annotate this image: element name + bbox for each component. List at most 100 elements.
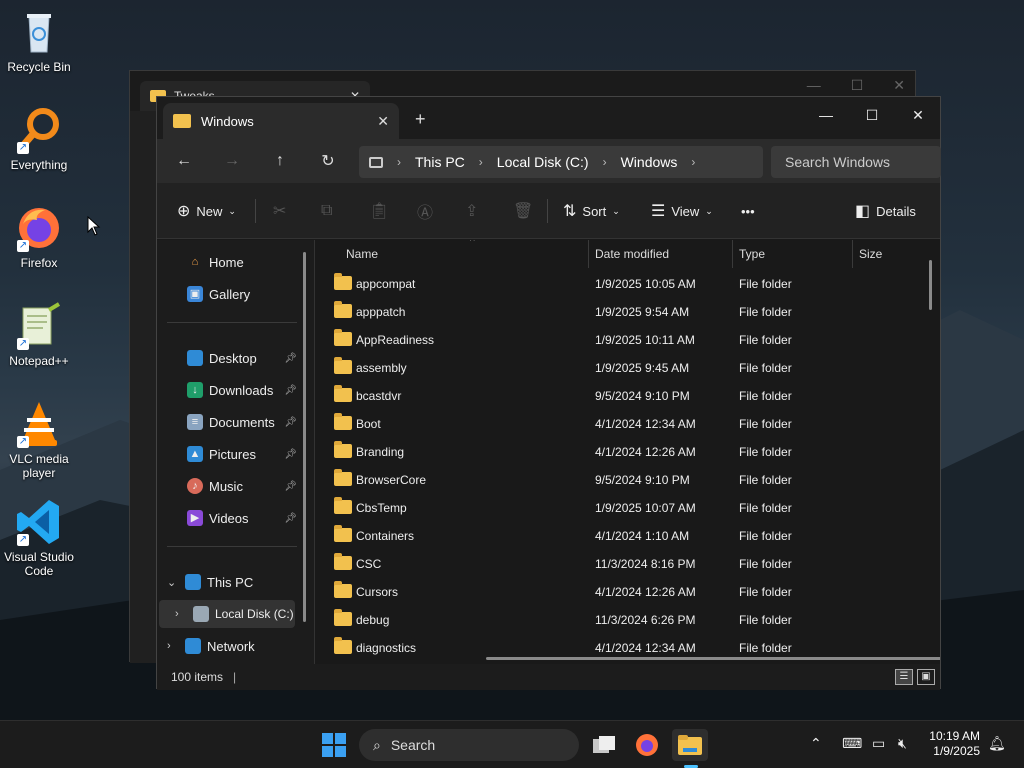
chevron-right-icon[interactable]: › [603,155,607,169]
copy-button[interactable]: ⧉ [321,197,332,225]
close-window-button[interactable]: ✕ [895,101,941,129]
file-date: 1/9/2025 10:11 AM [595,333,695,347]
breadcrumb-this-pc[interactable]: This PC [415,154,465,170]
file-row[interactable]: AppReadiness 1/9/2025 10:11 AM File folder [316,326,916,354]
column-size[interactable]: Size [852,240,932,268]
desktop-icon-firefox[interactable]: ↗ Firefox [0,204,78,270]
nav-item-home[interactable]: ⌂ Home [187,248,327,276]
share-button[interactable]: ⇪ [465,197,478,225]
pin-icon[interactable]: 📌︎ [284,481,297,492]
speaker-muted-icon[interactable]: 🔇︎ [898,735,907,752]
close-tab-icon[interactable]: ✕ [377,113,389,130]
file-row[interactable]: debug 11/3/2024 6:26 PM File folder [316,606,916,634]
nav-item-videos[interactable]: ▶ Videos 📌︎ [187,504,297,532]
minimize-button[interactable]: — [803,101,849,129]
cut-button[interactable]: ✂ [273,197,286,225]
mouse-cursor-icon [87,216,101,236]
clipboard-icon: 📋︎ [369,203,390,220]
chevron-right-icon[interactable]: › [175,608,187,620]
breadcrumb-local-disk[interactable]: Local Disk (C:) [497,154,589,170]
search-input[interactable]: Search Windows [771,146,941,178]
nav-item-pictures[interactable]: ▲ Pictures 📌︎ [187,440,297,468]
nav-item-music[interactable]: ♪ Music 📌︎ [187,472,297,500]
file-row[interactable]: appcompat 1/9/2025 10:05 AM File folder [316,270,916,298]
nav-item-desktop[interactable]: Desktop 📌︎ [187,344,297,372]
close-icon[interactable]: ✕ [893,77,905,94]
display-icon[interactable]: ▭ [872,735,885,752]
nav-item-local-disk[interactable]: › Local Disk (C:) [159,600,295,628]
pin-icon[interactable]: 📌︎ [284,449,297,460]
pin-icon[interactable]: 📌︎ [284,353,297,364]
file-row[interactable]: bcastdvr 9/5/2024 9:10 PM File folder [316,382,916,410]
paste-button[interactable]: 📋︎ [369,197,389,225]
file-row[interactable]: Containers 4/1/2024 1:10 AM File folder [316,522,916,550]
file-date: 4/1/2024 1:10 AM [595,529,690,543]
view-button[interactable]: ☰ View ⌄ [651,197,713,225]
file-explorer-window[interactable]: Windows ✕ + — ☐ ✕ ← → ↑ ↻ › This PC › Lo… [156,96,941,690]
chevron-right-icon[interactable]: › [167,640,179,652]
column-date-modified[interactable]: Date modified [588,240,732,268]
nav-item-network[interactable]: › Network [167,632,307,660]
column-name[interactable]: Name ^ [330,240,588,268]
file-row[interactable]: Boot 4/1/2024 12:34 AM File folder [316,410,916,438]
details-view-button[interactable]: ☰ [895,669,913,685]
horizontal-scrollbar[interactable] [486,657,940,660]
column-type[interactable]: Type [732,240,852,268]
delete-button[interactable]: 🗑︎ [513,197,533,225]
maximize-icon[interactable]: ☐ [851,77,864,94]
maximize-button[interactable]: ☐ [849,101,895,129]
back-arrow-icon[interactable]: ← [169,147,199,175]
start-button[interactable] [316,729,352,761]
desktop-icon-vlc[interactable]: ↗ VLC media player [0,400,78,480]
notification-bell-icon[interactable]: 🔔︎ [988,735,1006,752]
file-row[interactable]: Branding 4/1/2024 12:26 AM File folder [316,438,916,466]
tiles-view-button[interactable]: ▣ [917,669,935,685]
chevron-right-icon[interactable]: › [479,155,483,169]
title-bar: Windows ✕ + — ☐ ✕ [157,97,940,139]
pin-icon[interactable]: 📌︎ [284,385,297,396]
minimize-icon[interactable]: — [807,77,821,94]
desktop-icon-notepad-plus-plus[interactable]: ↗ Notepad++ [0,302,78,368]
details-button[interactable]: ◧ Details [855,197,916,225]
chevron-right-icon[interactable]: › [691,155,695,169]
file-row[interactable]: apppatch 1/9/2025 9:54 AM File folder [316,298,916,326]
chevron-down-icon[interactable]: ⌄ [167,576,179,589]
task-view-button[interactable] [586,729,622,761]
file-row[interactable]: BrowserCore 9/5/2024 9:10 PM File folder [316,466,916,494]
file-name: appcompat [356,277,416,291]
clock[interactable]: 10:19 AM 1/9/2025 [929,729,980,759]
refresh-icon[interactable]: ↻ [313,147,343,175]
nav-item-gallery[interactable]: ▣ Gallery [187,280,327,308]
nav-item-this-pc[interactable]: ⌄ This PC [167,568,307,596]
desktop-icon-everything[interactable]: ↗ Everything [0,106,78,172]
show-hidden-icons-button[interactable]: ⌃ [810,735,822,752]
file-row[interactable]: Cursors 4/1/2024 12:26 AM File folder [316,578,916,606]
sort-button[interactable]: ⇅ Sort ⌄ [563,197,620,225]
file-row[interactable]: assembly 1/9/2025 9:45 AM File folder [316,354,916,382]
new-button[interactable]: ⊕ New ⌄ [177,197,236,225]
taskbar-search[interactable]: ⌕ Search [359,729,579,761]
file-row[interactable]: CSC 11/3/2024 8:16 PM File folder [316,550,916,578]
tab-windows[interactable]: Windows ✕ [163,103,399,139]
pin-icon[interactable]: 📌︎ [284,513,297,524]
more-options-button[interactable]: ••• [741,197,755,225]
nav-scrollbar[interactable] [303,252,306,622]
address-bar[interactable]: › This PC › Local Disk (C:) › Windows › [359,146,763,178]
rename-button[interactable]: Ⓐ [417,197,433,225]
up-arrow-icon[interactable]: ↑ [265,147,295,175]
chevron-down-icon: ⌄ [612,205,620,216]
taskbar-firefox[interactable] [629,729,665,761]
file-row[interactable]: CbsTemp 1/9/2025 10:07 AM File folder [316,494,916,522]
desktop-icon-vscode[interactable]: ↗ Visual Studio Code [0,498,78,578]
pin-icon[interactable]: 📌︎ [284,417,297,428]
chevron-right-icon[interactable]: › [397,155,401,169]
new-tab-button[interactable]: + [415,109,426,130]
nav-item-downloads[interactable]: ↓ Downloads 📌︎ [187,376,297,404]
keyboard-icon[interactable]: ⌨ [842,735,862,752]
nav-item-documents[interactable]: ≡ Documents 📌︎ [187,408,297,436]
desktop-icon-recycle-bin[interactable]: Recycle Bin [0,8,78,74]
vertical-scrollbar[interactable] [929,260,932,310]
taskbar-file-explorer[interactable] [672,729,708,761]
breadcrumb-windows[interactable]: Windows [621,154,678,170]
forward-arrow-icon[interactable]: → [217,147,247,175]
